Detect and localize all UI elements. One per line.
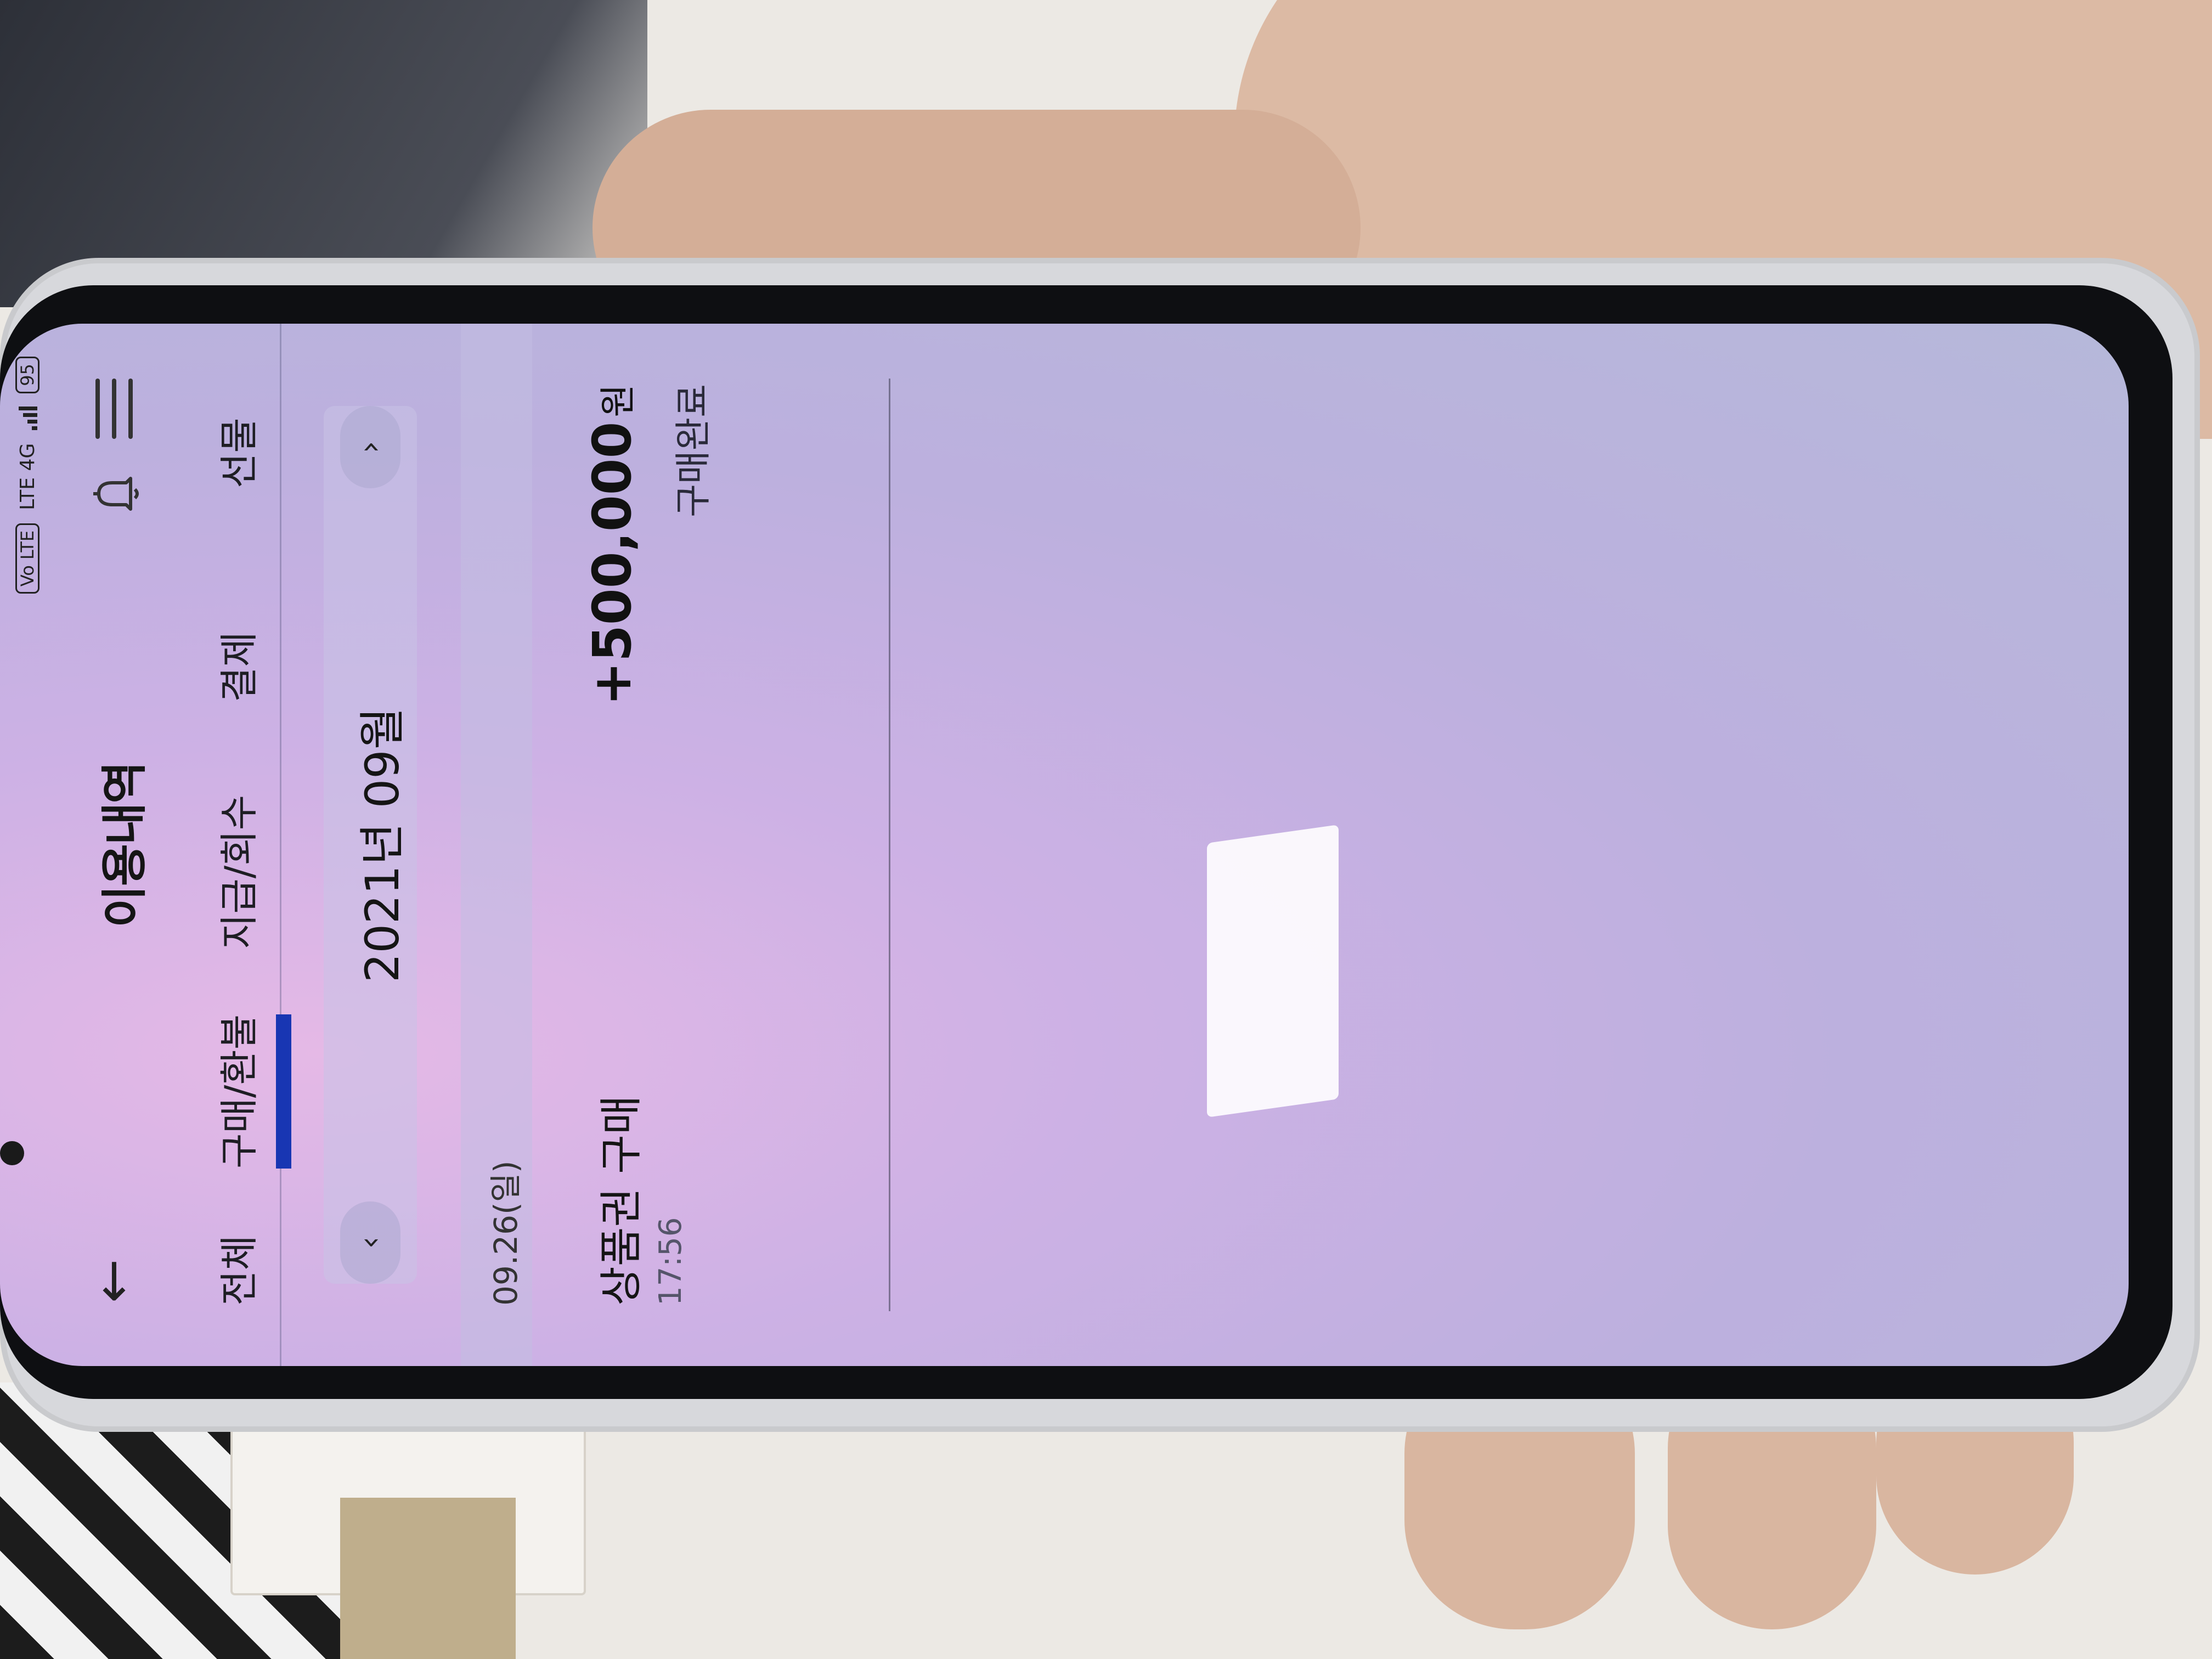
list-divider <box>889 379 890 1311</box>
transaction-row[interactable]: 상품권 구매 17:56 +500,000 원 구매완료 <box>571 324 790 1366</box>
date-label: 09.26(일) <box>487 1160 524 1306</box>
month-selector: ‹ 2021년 09월 › <box>324 406 417 1284</box>
tab-grant-revoke[interactable]: 지급/회수 <box>208 795 264 949</box>
tab-all[interactable]: 전체 <box>208 1235 264 1306</box>
tab-payment[interactable]: 결제 <box>208 631 264 702</box>
transaction-time: 17:56 <box>653 1217 689 1306</box>
battery-icon: 95 <box>15 357 40 393</box>
amount-value: +500,000 <box>582 421 643 706</box>
transaction-status: 구매완료 <box>672 384 714 517</box>
transaction-amount: +500,000 원 <box>582 384 643 706</box>
usage-history-app: Vo LTE LTE 4G 95 ← 이용내역 전체 구매/환불 지급/회수 결… <box>0 324 2129 1366</box>
background-tan-box <box>340 1498 516 1659</box>
status-bar: Vo LTE LTE 4G 95 <box>0 324 55 1366</box>
lte-indicator: LTE 4G <box>16 443 39 510</box>
month-next-button[interactable]: › <box>340 406 400 488</box>
month-label: 2021년 09월 <box>356 707 409 983</box>
tab-bar: 전체 구매/환불 지급/회수 결제 선물 <box>198 324 281 1366</box>
tab-purchase-refund[interactable]: 구매/환불 <box>208 1014 264 1169</box>
transaction-title: 상품권 구매 <box>597 1095 646 1306</box>
currency-unit: 원 <box>597 384 639 417</box>
bell-icon[interactable] <box>88 466 143 521</box>
screen-glare <box>1207 825 1339 1118</box>
menu-icon[interactable] <box>88 379 143 439</box>
tab-gift[interactable]: 선물 <box>208 417 264 488</box>
date-section-header: 09.26(일) <box>461 324 532 1366</box>
signal-icon <box>18 406 37 430</box>
volte-indicator: Vo LTE <box>15 523 40 594</box>
phone-screen: Vo LTE LTE 4G 95 ← 이용내역 전체 구매/환불 지급/회수 결… <box>0 324 2129 1366</box>
app-header: ← 이용내역 <box>60 324 159 1366</box>
